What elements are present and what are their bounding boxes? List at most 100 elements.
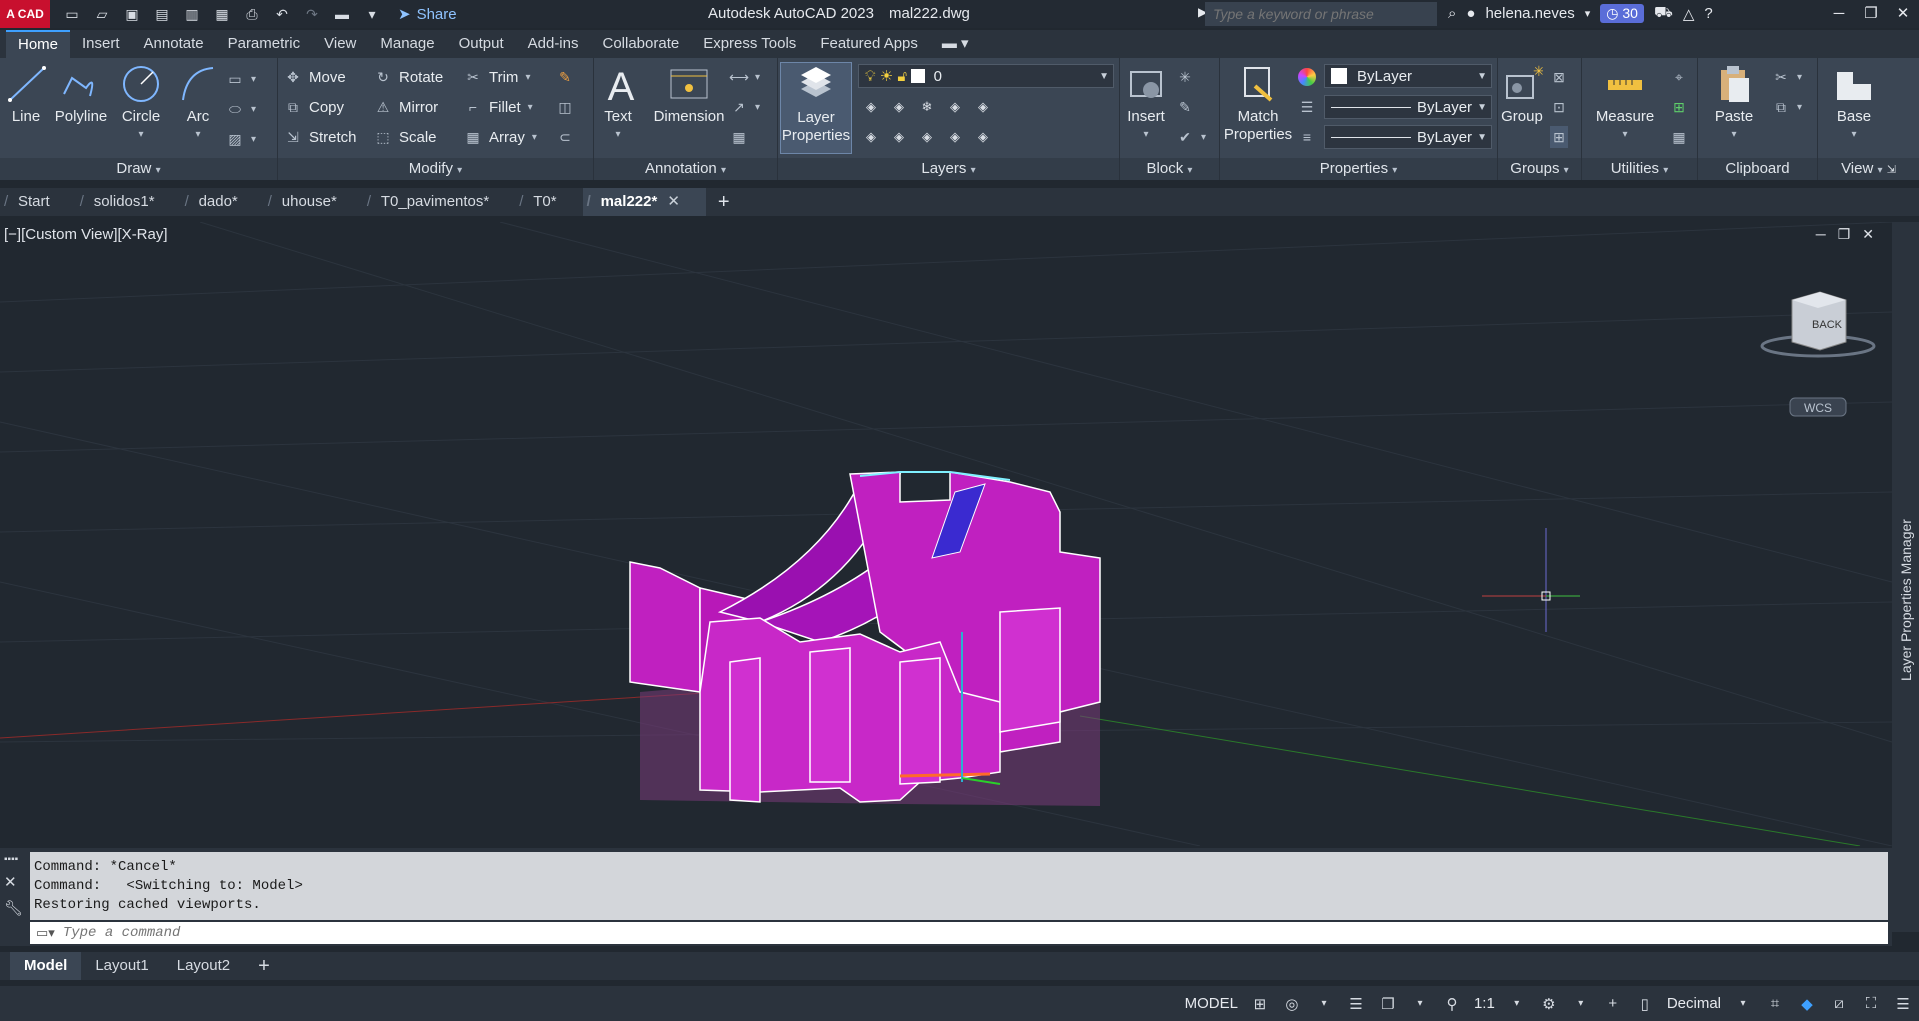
groups-panel-title[interactable]: Groups ▾ [1498, 158, 1581, 180]
grid-icon[interactable]: ⊞ [1250, 994, 1270, 1014]
selection-cycling-icon[interactable]: ❐ [1378, 994, 1398, 1014]
close-icon[interactable]: ✕ [1887, 0, 1919, 28]
text-dropdown-icon[interactable]: ▾ [600, 126, 636, 144]
wcs-badge[interactable]: WCS [1789, 397, 1847, 417]
viewcube[interactable]: BACK [1760, 291, 1876, 358]
insert-dropdown-icon[interactable]: ▾ [1122, 126, 1170, 144]
rectangle-tool[interactable]: ▭ ▾ [226, 68, 256, 90]
circle-button[interactable]: Circle ▾ [116, 64, 166, 144]
viewport-close-icon[interactable]: ✕ [1862, 226, 1874, 243]
attributes-dropdown-icon[interactable]: ▾ [1201, 132, 1206, 143]
file-tab-t0[interactable]: T0* [515, 188, 582, 216]
layer-off-icon[interactable]: ◈ [862, 98, 880, 116]
table-tool[interactable]: ▦ [730, 126, 748, 148]
command-close-icon[interactable]: ✕ [4, 873, 23, 891]
rotate-button[interactable]: ↻ Rotate [374, 66, 443, 88]
panel-launcher-icon[interactable]: ⇲ [1887, 164, 1896, 176]
layout-tab-model[interactable]: Model [10, 952, 82, 980]
polar-icon[interactable]: ◎ [1282, 994, 1302, 1014]
save-as-icon[interactable]: ▤ [152, 4, 172, 24]
view-panel-title[interactable]: View ▾ ⇲ [1818, 158, 1919, 180]
tab-add-ins[interactable]: Add-ins [516, 30, 591, 58]
cut-dropdown-icon[interactable]: ▾ [1797, 72, 1802, 83]
group-button[interactable]: ✳ Group [1500, 64, 1544, 126]
base-button[interactable]: Base ▾ [1826, 64, 1882, 144]
polar-dropdown-icon[interactable]: ▾ [1314, 994, 1334, 1014]
layer-previous-icon[interactable]: ◈ [890, 128, 908, 146]
copy-clip-dropdown-icon[interactable]: ▾ [1797, 102, 1802, 113]
cut-tool[interactable]: ✂ ▾ [1772, 66, 1802, 88]
mirror-button[interactable]: ⚠ Mirror [374, 96, 438, 118]
utilities-panel-title[interactable]: Utilities ▾ [1582, 158, 1697, 180]
user-name[interactable]: helena.neves [1485, 5, 1574, 22]
draw-panel-title[interactable]: Draw ▾ [0, 158, 277, 180]
create-block-tool[interactable]: ✳ [1176, 66, 1194, 88]
minimize-icon[interactable]: ─ [1823, 0, 1855, 28]
lineweight-toggle-icon[interactable]: ☰ [1346, 994, 1366, 1014]
user-dropdown-icon[interactable]: ▾ [1585, 7, 1591, 20]
edit-block-tool[interactable]: ✎ [1176, 96, 1194, 118]
ellipse-dropdown-icon[interactable]: ▾ [251, 104, 256, 115]
new-layout-button[interactable]: + [244, 952, 284, 980]
hatch-dropdown-icon[interactable]: ▾ [251, 134, 256, 145]
3d-model[interactable] [629, 471, 1101, 806]
layer-freeze-icon[interactable]: ❄ [918, 98, 936, 116]
layers-panel-title[interactable]: Layers ▾ [778, 158, 1119, 180]
fillet-dropdown-icon[interactable]: ▾ [528, 102, 533, 113]
selection-dropdown-icon[interactable]: ▾ [1410, 994, 1430, 1014]
file-tab-t0-pavimentos[interactable]: T0_pavimentos* [363, 188, 515, 216]
group-selection-tool[interactable]: ⊞ [1550, 126, 1568, 148]
insert-button[interactable]: Insert ▾ [1122, 64, 1170, 144]
layout-tab-layout2[interactable]: Layout2 [163, 952, 244, 980]
copy-clip-tool[interactable]: ⧉ ▾ [1772, 96, 1802, 118]
tab-express-tools[interactable]: Express Tools [691, 30, 808, 58]
layer-properties-palette-label[interactable]: Layer Properties Manager [1898, 519, 1914, 681]
paste-button[interactable]: Paste ▾ [1710, 64, 1758, 144]
array-dropdown-icon[interactable]: ▾ [532, 132, 537, 143]
clean-screen-icon[interactable]: ⛶ [1861, 994, 1881, 1014]
user-icon[interactable]: ● [1466, 5, 1475, 22]
publish-icon[interactable]: ▦ [212, 4, 232, 24]
tab-output[interactable]: Output [447, 30, 516, 58]
layer-isolate-icon[interactable]: ◈ [890, 98, 908, 116]
layer-match-icon[interactable]: ◈ [862, 128, 880, 146]
base-dropdown-icon[interactable]: ▾ [1826, 126, 1882, 144]
select-all-tool[interactable]: ⊞ [1670, 96, 1688, 118]
viewport-minimize-icon[interactable]: ─ [1816, 226, 1826, 243]
workspace-icon[interactable]: ▬ [332, 4, 352, 24]
customization-menu-icon[interactable]: ☰ [1893, 994, 1913, 1014]
paste-dropdown-icon[interactable]: ▾ [1710, 126, 1758, 144]
measure-button[interactable]: Measure ▾ [1584, 64, 1666, 144]
trim-button[interactable]: ✂ Trim ▾ [464, 66, 530, 88]
layer-thaw-icon[interactable]: ◈ [946, 128, 964, 146]
help-icon[interactable]: ? [1704, 5, 1712, 22]
search-icon[interactable]: ⌕ [1448, 5, 1456, 22]
lineweight-dropdown[interactable]: ByLayer ▼ [1324, 125, 1492, 149]
annotation-monitor-icon[interactable]: + [1603, 994, 1623, 1014]
tab-collaborate[interactable]: Collaborate [590, 30, 691, 58]
trim-dropdown-icon[interactable]: ▾ [525, 72, 530, 83]
print-icon[interactable]: ⎙ [242, 4, 262, 24]
linear-dim-dropdown-icon[interactable]: ▾ [755, 72, 760, 83]
linetype-dropdown[interactable]: ByLayer ▼ [1324, 95, 1492, 119]
copy-button[interactable]: ⧉ Copy [284, 96, 344, 118]
share-button[interactable]: ➤ Share [398, 5, 457, 24]
tab-insert[interactable]: Insert [70, 30, 132, 58]
ellipse-tool[interactable]: ⬭ ▾ [226, 98, 256, 120]
hatch-tool[interactable]: ▨ ▾ [226, 128, 256, 150]
offset-button[interactable]: ⊂ [556, 126, 574, 148]
units-value[interactable]: Decimal [1667, 995, 1721, 1012]
arc-button[interactable]: Arc ▾ [176, 64, 220, 144]
erase-button[interactable]: ✎ [556, 66, 574, 88]
block-attributes-tool[interactable]: ✔ ▾ [1176, 126, 1206, 148]
undo-icon[interactable]: ↶ [272, 4, 292, 24]
open-folder-icon[interactable]: ▱ [92, 4, 112, 24]
modify-panel-title[interactable]: Modify ▾ [278, 158, 593, 180]
command-customize-icon[interactable]: 🔧︎ [4, 899, 23, 917]
arc-dropdown-icon[interactable]: ▾ [176, 126, 220, 144]
text-button[interactable]: A Text ▾ [600, 64, 636, 144]
workspace-dropdown-icon[interactable]: ▾ [1571, 994, 1591, 1014]
search-input[interactable] [1205, 2, 1437, 26]
model-canvas[interactable]: BACK WCS [0, 222, 1892, 846]
layer-properties-button[interactable]: Layer Properties [780, 62, 852, 154]
